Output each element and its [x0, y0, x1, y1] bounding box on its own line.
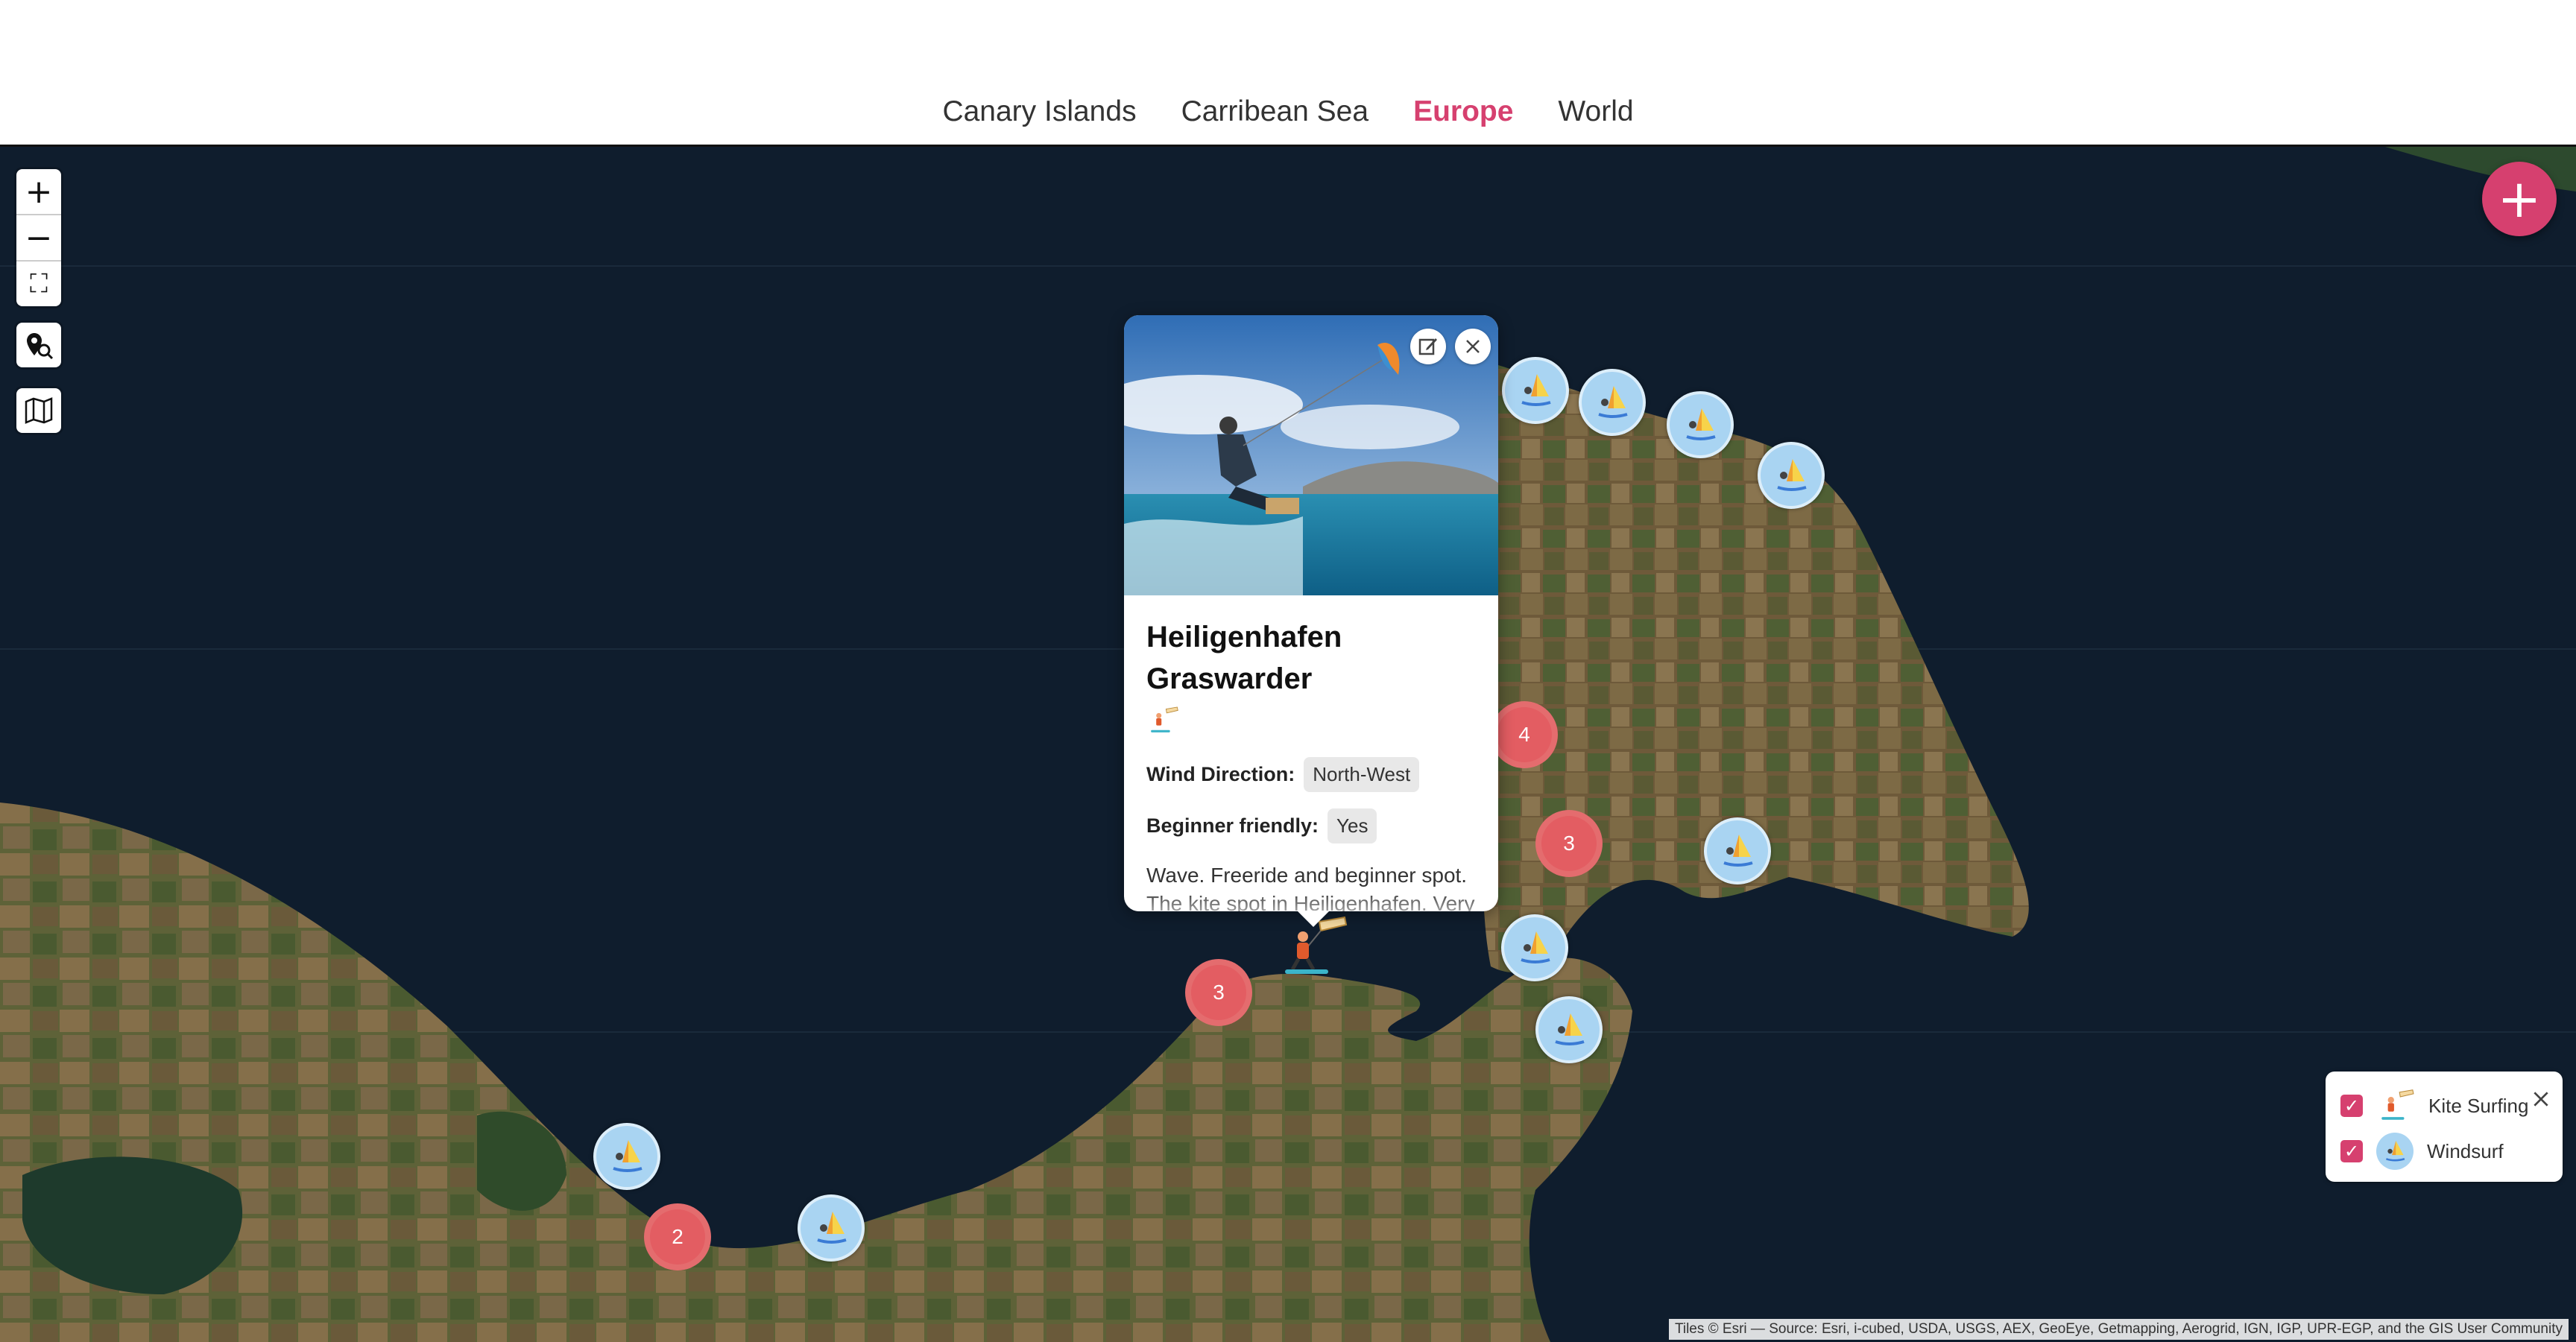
legend-item-kite-surfing[interactable]: ✓ Kite Surfing	[2340, 1088, 2528, 1124]
fullscreen-button[interactable]: ⛶	[16, 262, 61, 306]
windsurf-checkbox[interactable]: ✓	[2340, 1140, 2363, 1162]
region-tabs: Canary Islands Carribean Sea Europe Worl…	[0, 80, 2576, 152]
zoom-in-button[interactable]: +	[16, 169, 61, 215]
beginner-friendly-label: Beginner friendly:	[1146, 814, 1319, 837]
windsurf-icon	[1521, 374, 1551, 406]
close-icon	[2534, 1092, 2548, 1107]
zoom-out-button[interactable]: −	[16, 215, 61, 262]
spot-cluster[interactable]: 3	[1185, 959, 1252, 1026]
tab-world[interactable]: World	[1535, 80, 1655, 152]
beginner-friendly-value: Yes	[1328, 808, 1377, 844]
wind-direction-value: North-West	[1304, 757, 1420, 792]
windsurf-marker[interactable]	[1758, 442, 1825, 509]
wind-direction-label: Wind Direction:	[1146, 763, 1295, 785]
windsurf-icon	[1521, 931, 1550, 963]
windsurf-label: Windsurf	[2427, 1139, 2504, 1162]
windsurf-marker[interactable]	[1704, 817, 1771, 884]
spot-photo	[1124, 315, 1498, 595]
locate-search-control	[16, 323, 61, 367]
windsurf-icon	[2376, 1133, 2414, 1170]
windsurf-icon	[1777, 459, 1807, 491]
popup-pointer	[1297, 911, 1330, 927]
windsurf-icon	[613, 1140, 643, 1172]
wind-direction-row: Wind Direction: North-West	[1146, 757, 1476, 792]
windsurf-icon	[817, 1212, 847, 1244]
close-popup-button[interactable]	[1455, 329, 1491, 364]
windsurf-marker[interactable]	[1502, 357, 1569, 424]
kite-surfer-icon	[1151, 706, 1178, 732]
edit-spot-button[interactable]	[1410, 329, 1446, 364]
add-spot-button[interactable]: +	[2482, 162, 2557, 236]
spot-cluster[interactable]: 4	[1491, 701, 1558, 768]
tab-europe[interactable]: Europe	[1391, 80, 1536, 152]
zoom-controls: + − ⛶	[16, 169, 61, 306]
location-search-icon[interactable]	[16, 323, 61, 367]
folded-map-icon[interactable]	[16, 388, 61, 433]
windsurf-marker[interactable]	[1667, 391, 1734, 458]
map-attribution: Tiles © Esri — Source: Esri, i-cubed, US…	[1668, 1319, 2569, 1340]
windsurf-icon	[1555, 1013, 1585, 1045]
spot-popup: Heiligenhafen Graswarder Wind Direction:…	[1124, 315, 1498, 911]
legend-item-windsurf[interactable]: ✓ Windsurf	[2340, 1133, 2504, 1170]
tab-canary-islands[interactable]: Canary Islands	[920, 80, 1158, 152]
windsurf-marker[interactable]	[798, 1194, 865, 1262]
windsurf-marker[interactable]	[1579, 369, 1646, 436]
kite-surfer-icon	[2381, 1089, 2414, 1120]
spot-cluster[interactable]: 3	[1535, 810, 1603, 877]
spot-description: Wave. Freeride and beginner spot. The ki…	[1146, 864, 1475, 911]
windsurf-icon	[1686, 408, 1716, 440]
spot-title: Heiligenhafen Graswarder	[1146, 621, 1342, 695]
beginner-friendly-row: Beginner friendly: Yes	[1146, 808, 1476, 844]
edit-icon	[1418, 338, 1437, 355]
kite-surfing-checkbox[interactable]: ✓	[2340, 1095, 2363, 1117]
popup-content: Heiligenhafen Graswarder Wind Direction:…	[1124, 595, 1498, 911]
kite-surfing-label: Kite Surfing	[2428, 1094, 2529, 1117]
spot-cluster[interactable]: 2	[644, 1203, 711, 1270]
close-icon	[1466, 340, 1480, 353]
tab-carribean-sea[interactable]: Carribean Sea	[1159, 80, 1391, 152]
map-layers-control	[16, 388, 61, 433]
top-bar: Canary Islands Carribean Sea Europe Worl…	[0, 0, 2576, 152]
windsurf-icon	[1598, 386, 1628, 418]
close-legend-button[interactable]	[2531, 1089, 2551, 1112]
windsurf-marker[interactable]	[1501, 914, 1568, 981]
windsurf-icon	[1723, 835, 1753, 867]
layer-legend: ✓ Kite Surfing ✓ Windsurf	[2326, 1072, 2563, 1182]
windsurf-marker[interactable]	[1535, 996, 1603, 1063]
spot-type-icon	[1146, 704, 1476, 741]
windsurf-marker[interactable]	[593, 1123, 660, 1190]
